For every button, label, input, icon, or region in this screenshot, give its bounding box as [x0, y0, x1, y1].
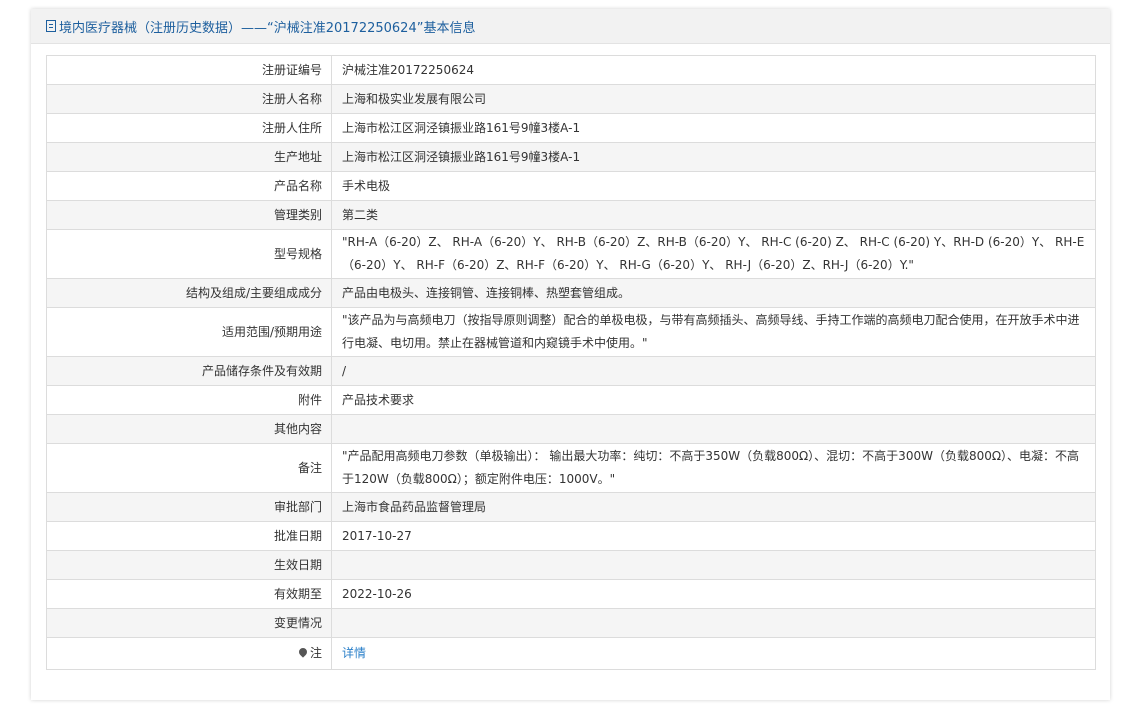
info-table-wrap: 注册证编号 沪械注准20172250624 注册人名称 上海和极实业发展有限公司… [46, 55, 1096, 670]
table-row-note: 注 详情 [46, 637, 1096, 670]
table-row: 变更情况 [46, 608, 1096, 638]
row-value: 2022-10-26 [331, 579, 1096, 609]
row-label: 其他内容 [46, 414, 332, 444]
row-label: 审批部门 [46, 492, 332, 522]
map-pin-icon [297, 646, 309, 658]
row-label: 附件 [46, 385, 332, 415]
note-label: 注 [309, 646, 322, 660]
row-value: 手术电极 [331, 171, 1096, 201]
row-label: 备注 [46, 443, 332, 493]
row-value: 上海市松江区洞泾镇振业路161号9幢3楼A-1 [331, 113, 1096, 143]
info-table: 注册证编号 沪械注准20172250624 注册人名称 上海和极实业发展有限公司… [46, 55, 1096, 670]
row-label: 产品储存条件及有效期 [46, 356, 332, 386]
row-value: 上海市食品药品监督管理局 [331, 492, 1096, 522]
row-value: / [331, 356, 1096, 386]
table-row: 产品储存条件及有效期 / [46, 356, 1096, 386]
table-row: 适用范围/预期用途 "该产品为与高频电刀（按指导原则调整）配合的单极电极，与带有… [46, 307, 1096, 357]
row-value: "该产品为与高频电刀（按指导原则调整）配合的单极电极，与带有高频插头、高频导线、… [331, 307, 1096, 357]
row-label: 生产地址 [46, 142, 332, 172]
table-row: 批准日期 2017-10-27 [46, 521, 1096, 551]
table-row: 其他内容 [46, 414, 1096, 444]
table-row: 生效日期 [46, 550, 1096, 580]
page-title: 境内医疗器械（注册历史数据）——“沪械注准20172250624”基本信息 [59, 20, 476, 36]
table-row: 备注 "产品配用高频电刀参数（单极输出）： 输出最大功率：纯切：不高于350W（… [46, 443, 1096, 493]
document-icon [46, 20, 56, 32]
row-label: 变更情况 [46, 608, 332, 638]
info-panel: 境内医疗器械（注册历史数据）——“沪械注准20172250624”基本信息 注册… [31, 9, 1110, 700]
details-link[interactable]: 详情 [342, 646, 366, 660]
row-value: 2017-10-27 [331, 521, 1096, 551]
row-value: 沪械注准20172250624 [331, 55, 1096, 85]
row-value: "RH-A（6-20）Z、 RH-A（6-20）Y、 RH-B（6-20）Z、R… [331, 229, 1096, 279]
row-label: 适用范围/预期用途 [46, 307, 332, 357]
row-label: 注册人住所 [46, 113, 332, 143]
panel-header: 境内医疗器械（注册历史数据）——“沪械注准20172250624”基本信息 [31, 9, 1110, 44]
table-row: 生产地址 上海市松江区洞泾镇振业路161号9幢3楼A-1 [46, 142, 1096, 172]
table-row: 注册证编号 沪械注准20172250624 [46, 55, 1096, 85]
row-value: 产品由电极头、连接铜管、连接铜棒、热塑套管组成。 [331, 278, 1096, 308]
row-label: 结构及组成/主要组成成分 [46, 278, 332, 308]
table-row: 注册人名称 上海和极实业发展有限公司 [46, 84, 1096, 114]
row-label: 管理类别 [46, 200, 332, 230]
table-row: 附件 产品技术要求 [46, 385, 1096, 415]
row-value: 产品技术要求 [331, 385, 1096, 415]
table-row: 有效期至 2022-10-26 [46, 579, 1096, 609]
table-row: 审批部门 上海市食品药品监督管理局 [46, 492, 1096, 522]
row-label: 型号规格 [46, 229, 332, 279]
row-label: 生效日期 [46, 550, 332, 580]
row-value [331, 608, 1096, 638]
row-label: 产品名称 [46, 171, 332, 201]
row-label: 批准日期 [46, 521, 332, 551]
table-row: 注册人住所 上海市松江区洞泾镇振业路161号9幢3楼A-1 [46, 113, 1096, 143]
table-row: 产品名称 手术电极 [46, 171, 1096, 201]
row-value: 上海和极实业发展有限公司 [331, 84, 1096, 114]
row-value: 上海市松江区洞泾镇振业路161号9幢3楼A-1 [331, 142, 1096, 172]
note-label-cell: 注 [46, 637, 332, 670]
row-value: 第二类 [331, 200, 1096, 230]
row-label: 注册证编号 [46, 55, 332, 85]
row-value [331, 550, 1096, 580]
row-value: "产品配用高频电刀参数（单极输出）： 输出最大功率：纯切：不高于350W（负载8… [331, 443, 1096, 493]
row-label: 注册人名称 [46, 84, 332, 114]
row-value [331, 414, 1096, 444]
table-row: 管理类别 第二类 [46, 200, 1096, 230]
row-label: 有效期至 [46, 579, 332, 609]
note-value-cell: 详情 [331, 637, 1096, 670]
table-row: 型号规格 "RH-A（6-20）Z、 RH-A（6-20）Y、 RH-B（6-2… [46, 229, 1096, 279]
table-row: 结构及组成/主要组成成分 产品由电极头、连接铜管、连接铜棒、热塑套管组成。 [46, 278, 1096, 308]
